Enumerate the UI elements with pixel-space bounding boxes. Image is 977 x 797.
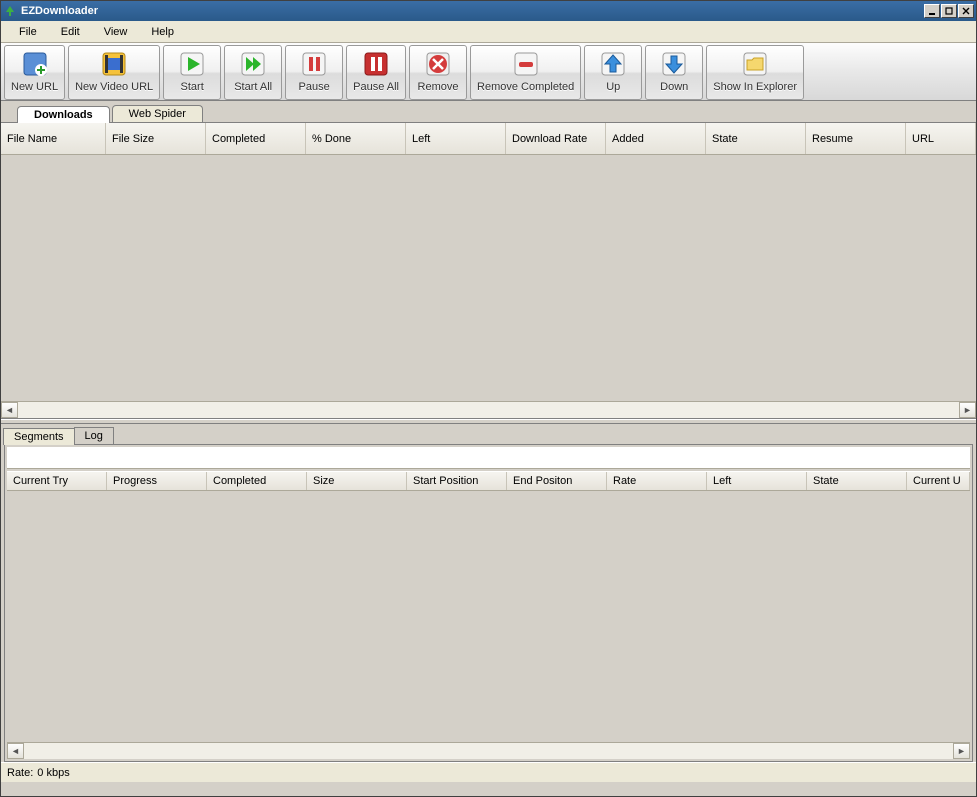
remove-completed-button[interactable]: Remove Completed	[470, 45, 581, 100]
scroll-right-icon[interactable]: ►	[953, 743, 970, 759]
col-seg-state[interactable]: State	[807, 472, 907, 490]
col-end-position[interactable]: End Positon	[507, 472, 607, 490]
col-resume[interactable]: Resume	[806, 123, 906, 154]
col-added[interactable]: Added	[606, 123, 706, 154]
menubar: File Edit View Help	[1, 21, 976, 43]
status-rate-value: 0 kbps	[37, 767, 69, 779]
col-state[interactable]: State	[706, 123, 806, 154]
col-current-u[interactable]: Current U	[907, 472, 970, 490]
menu-help[interactable]: Help	[139, 24, 186, 40]
menu-view[interactable]: View	[92, 24, 140, 40]
remove-completed-icon	[511, 49, 541, 79]
segments-panel: Current Try Progress Completed Size Star…	[4, 444, 973, 762]
col-size[interactable]: Size	[307, 472, 407, 490]
tab-downloads[interactable]: Downloads	[17, 106, 110, 123]
col-current-try[interactable]: Current Try	[7, 472, 107, 490]
col-pct-done[interactable]: % Done	[306, 123, 406, 154]
downloads-body[interactable]	[1, 155, 976, 401]
down-label: Down	[660, 81, 688, 93]
tab-log[interactable]: Log	[74, 427, 114, 444]
col-seg-left[interactable]: Left	[707, 472, 807, 490]
col-completed[interactable]: Completed	[206, 123, 306, 154]
pause-all-button[interactable]: Pause All	[346, 45, 406, 100]
show-in-explorer-button[interactable]: Show In Explorer	[706, 45, 804, 100]
tab-web-spider[interactable]: Web Spider	[112, 105, 203, 122]
show-in-explorer-label: Show In Explorer	[713, 81, 797, 93]
menu-file[interactable]: File	[7, 24, 49, 40]
col-rate[interactable]: Rate	[607, 472, 707, 490]
main-tabs: Downloads Web Spider	[1, 101, 976, 123]
remove-button[interactable]: Remove	[409, 45, 467, 100]
pause-icon	[299, 49, 329, 79]
play-all-icon	[238, 49, 268, 79]
segments-columns: Current Try Progress Completed Size Star…	[7, 471, 970, 491]
scroll-left-icon[interactable]: ◄	[1, 402, 18, 418]
folder-icon	[740, 49, 770, 79]
statusbar: Rate: 0 kbps	[1, 762, 976, 782]
window-controls	[924, 4, 974, 18]
tab-segments[interactable]: Segments	[3, 428, 75, 445]
remove-label: Remove	[418, 81, 459, 93]
new-video-url-label: New Video URL	[75, 81, 153, 93]
pause-button[interactable]: Pause	[285, 45, 343, 100]
start-button[interactable]: Start	[163, 45, 221, 100]
maximize-button[interactable]	[941, 4, 957, 18]
new-video-url-icon	[99, 49, 129, 79]
bottom-tabs: Segments Log	[1, 424, 976, 444]
start-label: Start	[181, 81, 204, 93]
scroll-track[interactable]	[24, 743, 953, 759]
scroll-right-icon[interactable]: ►	[959, 402, 976, 418]
segments-toolbar-strip	[7, 447, 970, 469]
remove-icon	[423, 49, 453, 79]
start-all-label: Start All	[234, 81, 272, 93]
new-video-url-button[interactable]: New Video URL	[68, 45, 160, 100]
window-titlebar: EZDownloader	[1, 1, 976, 21]
col-seg-completed[interactable]: Completed	[207, 472, 307, 490]
scroll-track[interactable]	[18, 402, 959, 418]
close-button[interactable]	[958, 4, 974, 18]
new-url-icon	[20, 49, 50, 79]
app-icon	[3, 4, 17, 18]
pause-all-label: Pause All	[353, 81, 399, 93]
remove-completed-label: Remove Completed	[477, 81, 574, 93]
col-file-size[interactable]: File Size	[106, 123, 206, 154]
play-icon	[177, 49, 207, 79]
downloads-list: File Name File Size Completed % Done Lef…	[1, 123, 976, 419]
new-url-button[interactable]: New URL	[4, 45, 65, 100]
pause-all-icon	[361, 49, 391, 79]
downloads-columns: File Name File Size Completed % Done Lef…	[1, 123, 976, 155]
start-all-button[interactable]: Start All	[224, 45, 282, 100]
up-button[interactable]: Up	[584, 45, 642, 100]
new-url-label: New URL	[11, 81, 58, 93]
window-title: EZDownloader	[21, 5, 924, 17]
menu-edit[interactable]: Edit	[49, 24, 92, 40]
pause-label: Pause	[299, 81, 330, 93]
col-start-position[interactable]: Start Position	[407, 472, 507, 490]
segments-body[interactable]	[7, 491, 970, 742]
col-download-rate[interactable]: Download Rate	[506, 123, 606, 154]
minimize-button[interactable]	[924, 4, 940, 18]
downloads-hscroll[interactable]: ◄ ►	[1, 401, 976, 418]
arrow-down-icon	[659, 49, 689, 79]
down-button[interactable]: Down	[645, 45, 703, 100]
arrow-up-icon	[598, 49, 628, 79]
col-progress[interactable]: Progress	[107, 472, 207, 490]
col-left[interactable]: Left	[406, 123, 506, 154]
segments-hscroll[interactable]: ◄ ►	[7, 742, 970, 759]
toolbar: New URL New Video URL Start Start All Pa…	[1, 43, 976, 101]
up-label: Up	[606, 81, 620, 93]
col-file-name[interactable]: File Name	[1, 123, 106, 154]
col-url[interactable]: URL	[906, 123, 976, 154]
status-rate-label: Rate:	[7, 767, 33, 779]
scroll-left-icon[interactable]: ◄	[7, 743, 24, 759]
